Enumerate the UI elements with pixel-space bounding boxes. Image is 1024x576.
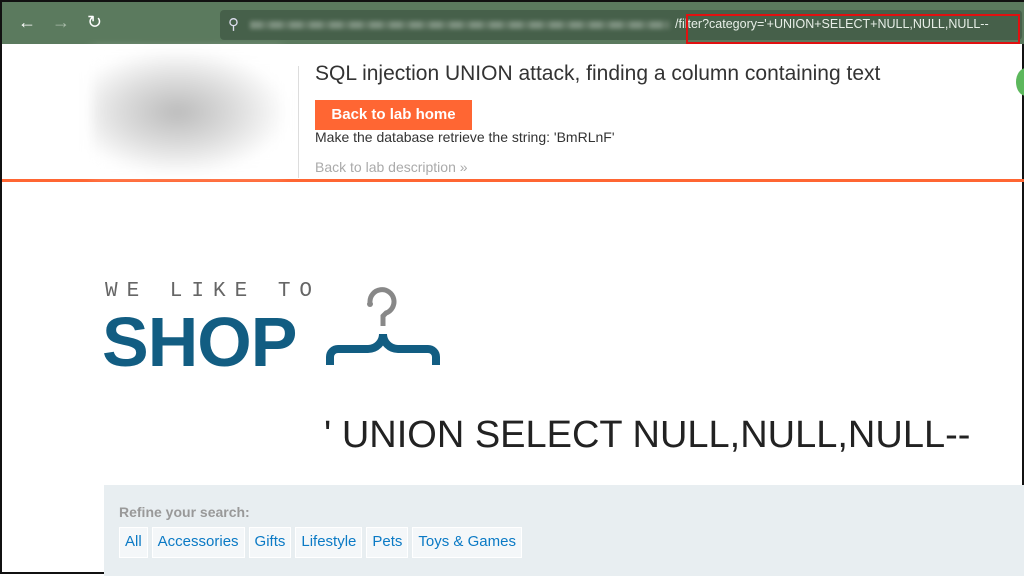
lab-hint: Make the database retrieve the string: '…	[315, 129, 615, 145]
shop-logo: SHOP	[102, 303, 297, 381]
chevron-right-icon: »	[459, 159, 468, 175]
hanger-icon	[326, 287, 440, 365]
back-to-lab-description-link[interactable]: Back to lab description »	[315, 159, 468, 175]
search-icon: ⚲	[228, 16, 239, 33]
category-pets[interactable]: Pets	[366, 527, 409, 558]
back-description-label: Back to lab description	[315, 159, 456, 175]
shop-tagline: WE LIKE TO	[105, 280, 322, 303]
academy-logo	[92, 52, 282, 172]
reload-icon[interactable]: ↻	[87, 12, 102, 32]
category-lifestyle[interactable]: Lifestyle	[295, 527, 363, 558]
category-toys-games[interactable]: Toys & Games	[412, 527, 522, 558]
filter-panel: Refine your search: All Accessories Gift…	[104, 485, 1024, 576]
refine-label: Refine your search:	[119, 504, 250, 520]
forward-arrow-icon[interactable]: →	[52, 12, 70, 32]
status-indicator	[1016, 68, 1024, 96]
divider	[298, 66, 299, 178]
lab-title: SQL injection UNION attack, finding a co…	[315, 62, 881, 85]
redacted-url	[250, 21, 670, 29]
search-results-heading: ' UNION SELECT NULL,NULL,NULL--	[324, 414, 971, 456]
back-arrow-icon[interactable]: ←	[18, 12, 36, 32]
category-accessories[interactable]: Accessories	[151, 527, 245, 558]
category-all[interactable]: All	[119, 527, 148, 558]
highlight-box	[686, 14, 1020, 44]
lab-header: SQL injection UNION attack, finding a co…	[2, 44, 1024, 182]
back-to-lab-home-button[interactable]: Back to lab home	[315, 100, 472, 130]
category-list: All Accessories Gifts Lifestyle Pets Toy…	[119, 527, 522, 558]
category-gifts[interactable]: Gifts	[248, 527, 292, 558]
